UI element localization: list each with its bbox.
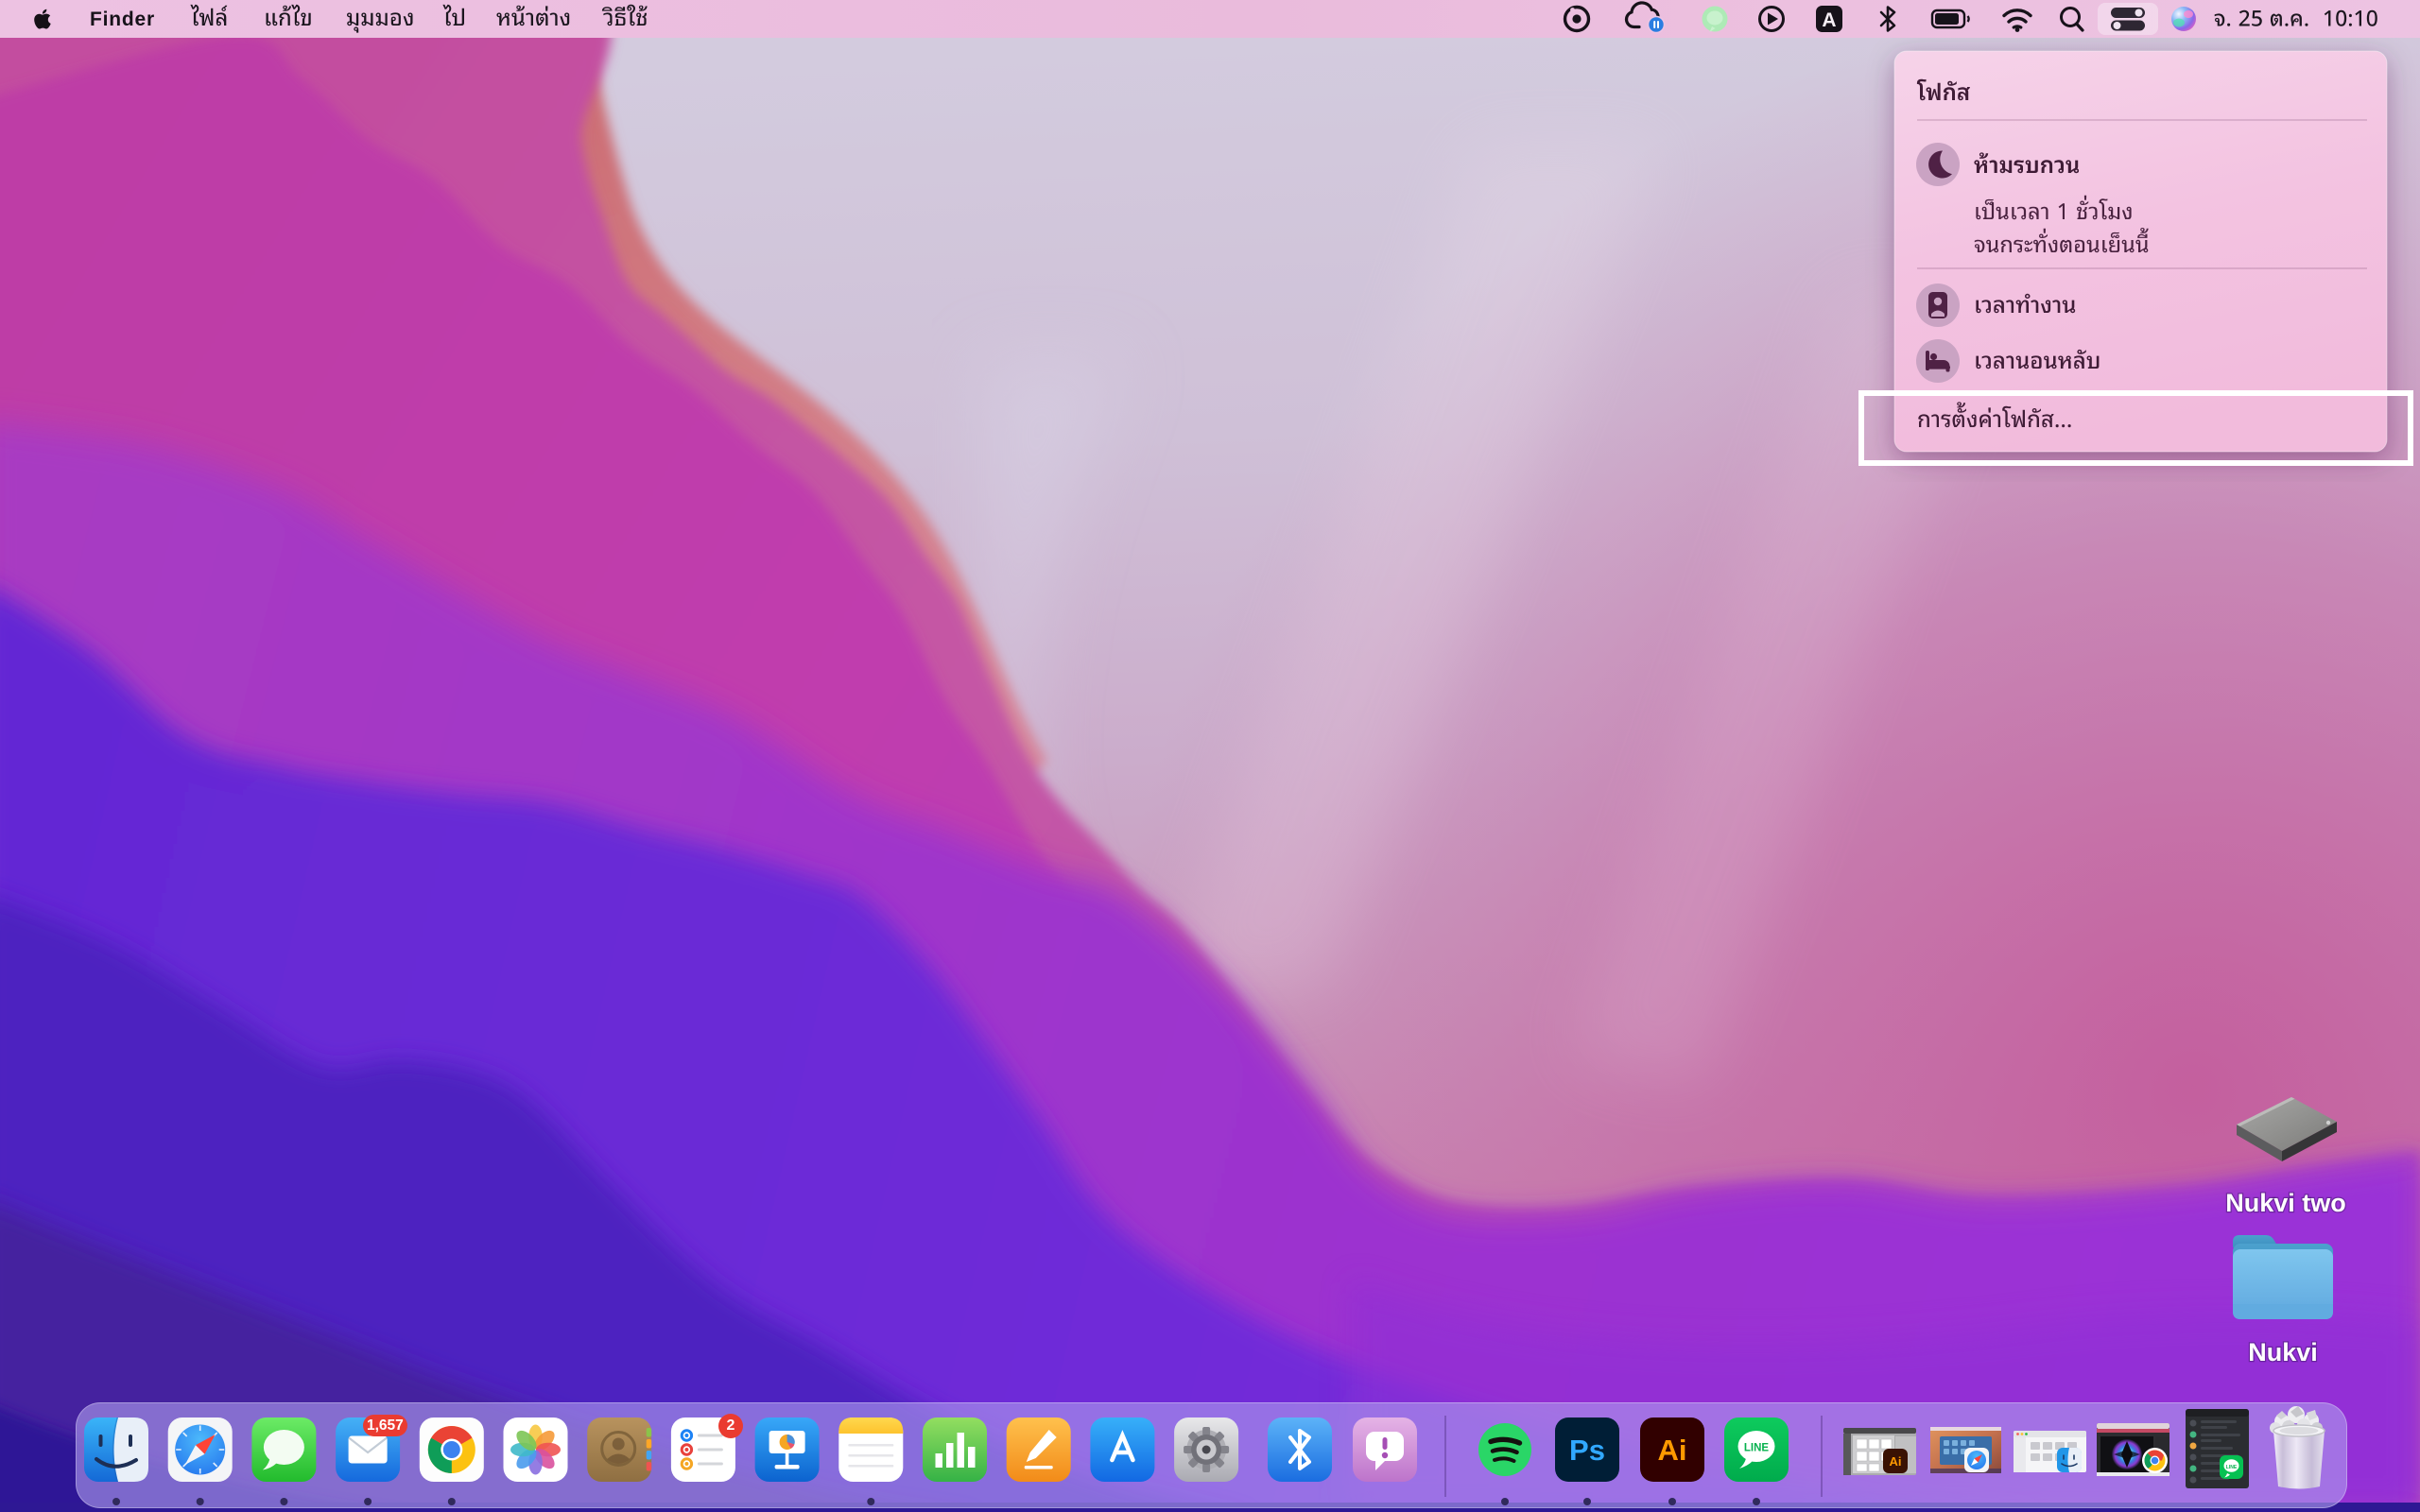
svg-text:Ps: Ps [1569, 1434, 1605, 1467]
svg-text:Ai: Ai [1658, 1434, 1687, 1467]
svg-text:Nukvi two: Nukvi two [2225, 1189, 2346, 1217]
svg-text:Nukvi: Nukvi [2248, 1338, 2318, 1366]
svg-text:LINE: LINE [1744, 1443, 1770, 1454]
svg-text:Ai: Ai [1890, 1454, 1902, 1469]
svg-text:LINE: LINE [2226, 1465, 2238, 1470]
